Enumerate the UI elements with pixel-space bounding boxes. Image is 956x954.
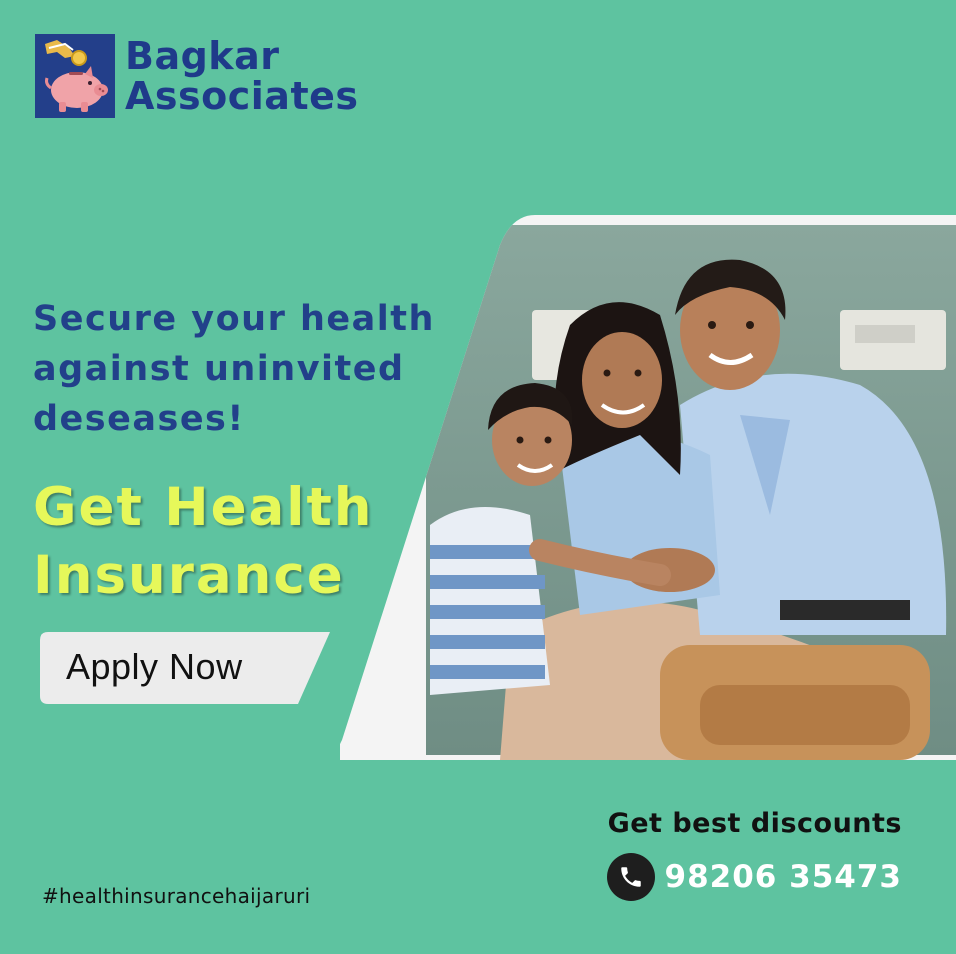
headline: Get Health Insurance: [33, 474, 374, 610]
piggy-bank-coin-icon: [35, 34, 115, 118]
apply-now-button[interactable]: Apply Now: [40, 632, 330, 704]
apply-now-label: Apply Now: [66, 646, 243, 687]
hashtag: #healthinsurancehaijaruri: [42, 884, 311, 908]
headline-line2: Insurance: [33, 545, 345, 606]
phone-icon: [606, 853, 655, 901]
headline-line1: Get Health: [33, 477, 374, 538]
brand-name-line1: Bagkar: [125, 34, 280, 78]
brand-name: Bagkar Associates: [125, 36, 359, 116]
discount-text: Get best discounts: [607, 808, 902, 839]
brand-logo[interactable]: Bagkar Associates: [35, 34, 359, 118]
phone-number: 98206 35473: [664, 859, 902, 895]
ad-banner: Bagkar Associates Secure your health aga…: [0, 0, 956, 954]
brand-name-line2: Associates: [125, 74, 359, 118]
phone-contact[interactable]: 98206 35473: [606, 853, 903, 901]
family-photo: [340, 215, 956, 760]
